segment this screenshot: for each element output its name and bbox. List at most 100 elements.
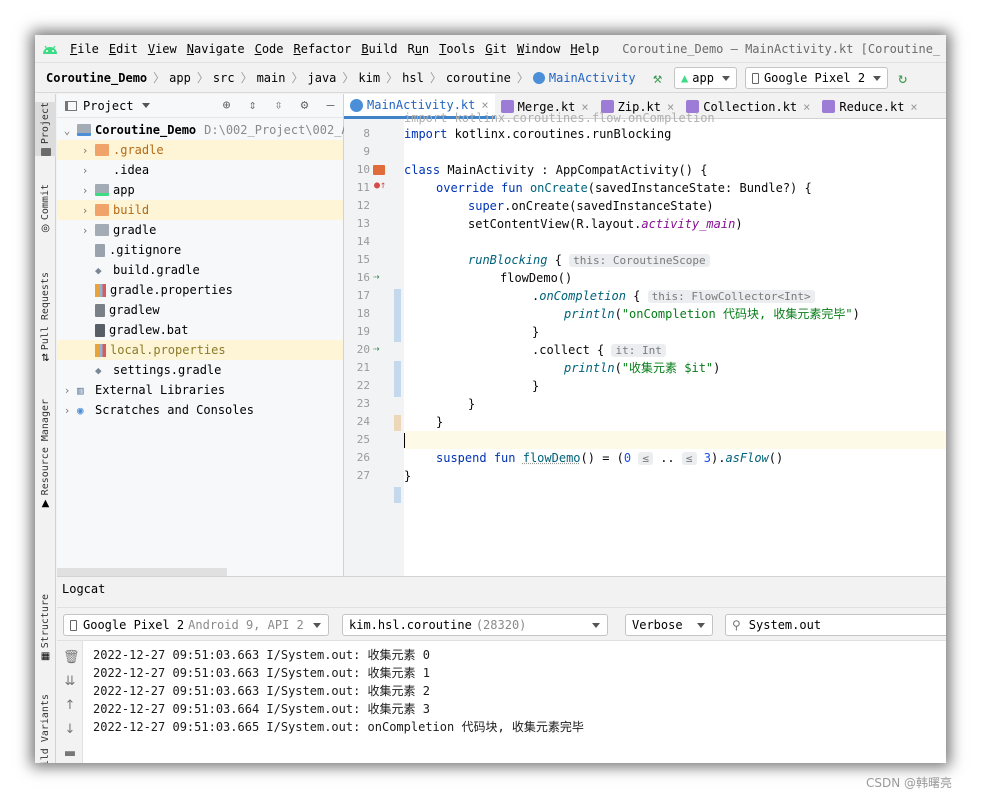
chevron-down-icon[interactable]: ⌄ <box>61 124 73 137</box>
menu-run[interactable]: Run <box>402 42 434 56</box>
chevron-right-icon[interactable]: › <box>79 204 91 217</box>
tree-item-external-libraries[interactable]: › ▥ External Libraries <box>61 380 225 400</box>
horizontal-scrollbar[interactable] <box>57 568 227 576</box>
breadcrumb-item[interactable]: main <box>257 71 286 85</box>
tree-item[interactable]: ◆ build.gradle <box>91 260 200 280</box>
arrow-down-icon[interactable]: ↓ <box>63 723 77 737</box>
search-icon: ⚲ <box>732 618 741 632</box>
project-view-select[interactable]: Project <box>65 99 150 113</box>
menu-help[interactable]: Help <box>565 42 604 56</box>
code-editor[interactable]: import kotlinx.coroutines.flow.onComplet… <box>404 111 946 576</box>
ide-window: File Edit View Navigate Code Refactor Bu… <box>35 35 946 763</box>
tree-item[interactable]: local.properties <box>57 340 343 360</box>
logcat-filter-input[interactable]: ⚲ System.out <box>725 614 946 636</box>
menu-tools[interactable]: Tools <box>434 42 480 56</box>
chevron-right-icon[interactable]: › <box>79 184 91 197</box>
line-number: 14 <box>356 235 370 248</box>
tree-item[interactable]: gradlew <box>91 300 160 320</box>
menu-refactor[interactable]: Refactor <box>289 42 357 56</box>
tab-pull-requests[interactable]: Pull Requests ⇅ <box>35 272 56 364</box>
logcat-process-select[interactable]: kim.hsl.coroutine (28320) <box>342 614 608 636</box>
tree-item-scratches[interactable]: › ◉ Scratches and Consoles <box>61 400 254 420</box>
close-icon[interactable]: × <box>803 100 810 114</box>
tree-item[interactable]: › .gradle <box>57 140 343 160</box>
breadcrumb-item[interactable]: coroutine <box>446 71 511 85</box>
tree-item[interactable]: › .idea <box>79 160 149 180</box>
tree-item[interactable]: .gitignore <box>91 240 181 260</box>
suspend-call-icon[interactable]: ⇢ <box>373 342 380 355</box>
gitignore-file-icon <box>95 243 105 257</box>
logcat-device-select[interactable]: Google Pixel 2 Android 9, API 2 <box>63 614 329 636</box>
menu-bar: File Edit View Navigate Code Refactor Bu… <box>35 35 946 62</box>
tree-item[interactable]: › build <box>57 200 343 220</box>
folder-icon <box>95 224 109 236</box>
breadcrumb-item[interactable]: java <box>308 71 337 85</box>
tab-commit[interactable]: Commit ◎ <box>35 184 56 234</box>
tab-structure[interactable]: Structure ▦ <box>35 594 56 662</box>
override-gutter-icon[interactable]: ●↑ <box>374 180 386 191</box>
run-config-select[interactable]: ▲ app <box>674 67 737 89</box>
menu-navigate[interactable]: Navigate <box>182 42 250 56</box>
logcat-level-select[interactable]: Verbose <box>625 614 713 636</box>
vcs-change-marker[interactable] <box>394 415 401 431</box>
arrow-up-icon[interactable]: ↑ <box>63 699 77 713</box>
inlay-hint: this: CoroutineScope <box>569 254 710 267</box>
kotlin-class-icon <box>532 71 545 84</box>
class-gutter-icon[interactable] <box>373 165 385 175</box>
tab-build-variants[interactable]: Build Variants <box>35 694 56 763</box>
tree-item[interactable]: gradlew.bat <box>91 320 188 340</box>
tree-item[interactable]: › app <box>79 180 135 200</box>
tab-resource-manager[interactable]: Resource Manager ▲ <box>35 399 56 509</box>
breadcrumb-item[interactable]: hsl <box>402 71 424 85</box>
tree-item[interactable]: › gradle <box>79 220 157 240</box>
chevron-right-icon[interactable]: › <box>79 224 91 237</box>
hammer-icon[interactable]: ⚒ <box>653 69 662 87</box>
project-panel: Project ⊕ ⇕ ⇳ ⚙ — ⌄ Coroutine_Demo D:\00… <box>57 94 349 576</box>
menu-git[interactable]: Git <box>480 42 512 56</box>
breadcrumb-item[interactable]: Coroutine_Demo <box>46 71 147 85</box>
left-tool-strip: Project Commit ◎ Pull Requests ⇅ Resourc… <box>35 94 56 763</box>
menu-file[interactable]: File <box>65 42 104 56</box>
tree-item[interactable]: gradle.properties <box>91 280 233 300</box>
close-icon[interactable]: × <box>910 100 917 114</box>
breadcrumb-item[interactable]: app <box>169 71 191 85</box>
collapse-all-icon[interactable]: ⇳ <box>270 97 287 114</box>
scroll-to-end-icon[interactable]: ⇊ <box>63 675 77 689</box>
menu-edit[interactable]: Edit <box>104 42 143 56</box>
menu-build[interactable]: Build <box>356 42 402 56</box>
vcs-change-marker[interactable] <box>394 487 401 503</box>
chevron-right-icon[interactable]: › <box>79 144 91 157</box>
vcs-change-marker[interactable] <box>394 361 401 397</box>
line-number: 13 <box>356 217 370 230</box>
chevron-right-icon[interactable]: › <box>61 404 73 417</box>
code-line: class MainActivity : AppCompatActivity()… <box>404 163 708 177</box>
soft-wrap-icon[interactable]: ▬ <box>63 747 77 761</box>
chevron-right-icon[interactable]: › <box>61 384 73 397</box>
menu-view[interactable]: View <box>143 42 182 56</box>
tab-project[interactable]: Project <box>35 102 56 157</box>
suspend-call-icon[interactable]: ⇢ <box>373 270 380 283</box>
apply-changes-icon[interactable]: ↻ <box>898 69 907 87</box>
logcat-output[interactable]: 2022-12-27 09:51:03.663 I/System.out: 收集… <box>83 641 946 763</box>
tab-reduce[interactable]: Reduce.kt × <box>816 94 923 119</box>
breadcrumb-item[interactable]: kim <box>358 71 380 85</box>
code-line: runBlocking { this: CoroutineScope <box>468 251 710 269</box>
breadcrumb-item[interactable]: src <box>213 71 235 85</box>
line-number: 25 <box>356 433 370 446</box>
line-number: 17 <box>356 289 370 302</box>
pull-request-icon: ⇅ <box>41 353 50 365</box>
tree-root[interactable]: ⌄ Coroutine_Demo D:\002_Project\002_A <box>61 120 349 140</box>
chevron-right-icon[interactable]: › <box>79 164 91 177</box>
expand-all-icon[interactable]: ⇕ <box>244 97 261 114</box>
vcs-change-marker[interactable] <box>394 289 401 342</box>
device-select[interactable]: Google Pixel 2 <box>744 67 889 89</box>
menu-window[interactable]: Window <box>512 42 565 56</box>
locate-icon[interactable]: ⊕ <box>218 97 235 114</box>
minimize-icon[interactable]: — <box>322 97 339 114</box>
trash-icon[interactable]: 🗑 <box>63 651 80 665</box>
tree-item[interactable]: ◆ settings.gradle <box>91 360 221 380</box>
gear-icon[interactable]: ⚙ <box>296 97 313 114</box>
structure-icon: ▦ <box>40 651 51 663</box>
menu-code[interactable]: Code <box>250 42 289 56</box>
breadcrumb-current[interactable]: MainActivity <box>549 71 636 85</box>
